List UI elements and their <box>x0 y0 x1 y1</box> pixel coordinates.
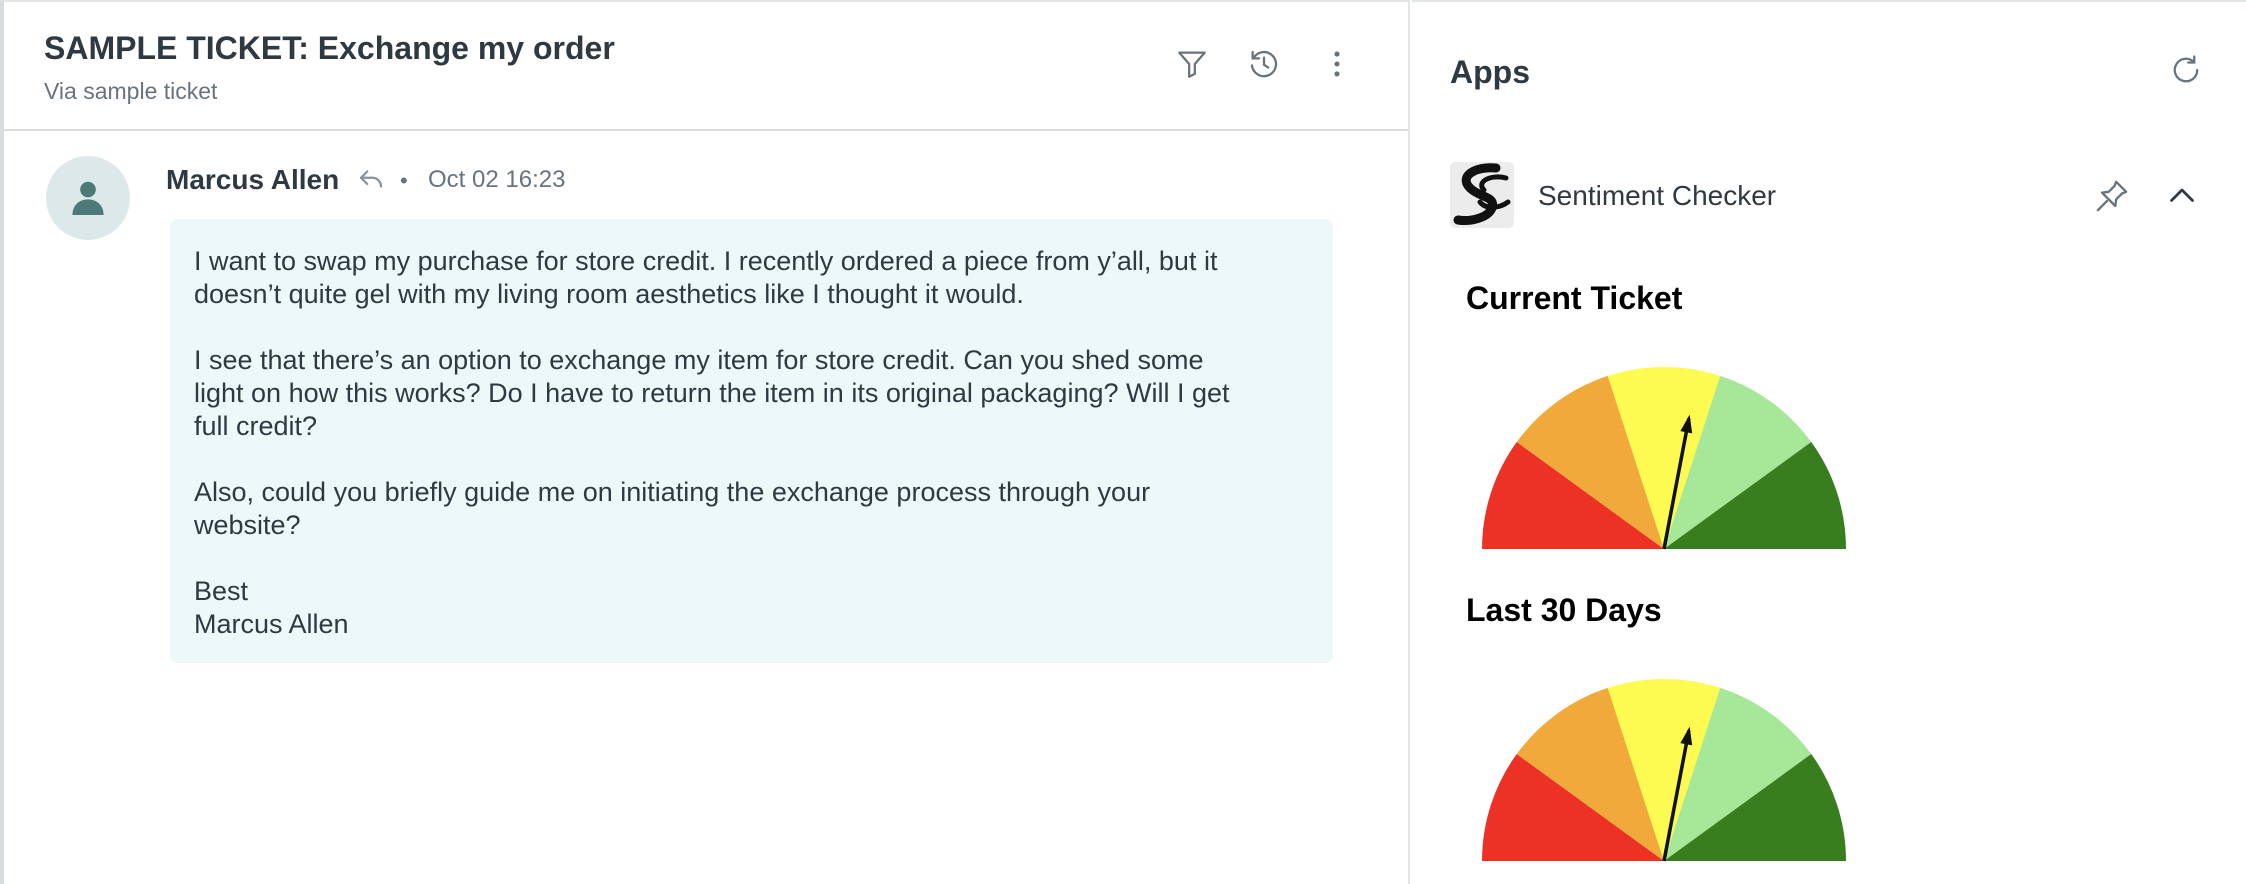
message-line: full credit? <box>194 411 318 441</box>
gauge-title-current: Current Ticket <box>1466 280 1683 316</box>
gauge-title-30-days: Last 30 Days <box>1466 592 1662 628</box>
history-icon[interactable] <box>1244 44 1284 84</box>
refresh-icon[interactable] <box>2168 52 2204 88</box>
apps-title: Apps <box>1450 54 1530 90</box>
filter-icon[interactable] <box>1172 44 1212 84</box>
ticket-channel: Via sample ticket <box>44 78 218 104</box>
sentiment-gauge-current <box>1482 367 1846 550</box>
separator-dot: • <box>400 168 408 193</box>
message-line: Also, could you briefly guide me on init… <box>194 477 1151 507</box>
reply-icon <box>356 164 386 194</box>
ticket-header: SAMPLE TICKET: Exchange my order Via sam… <box>4 2 1408 131</box>
apps-panel: Apps Sentiment Checker Current Ticket La… <box>1412 0 2246 884</box>
avatar[interactable] <box>46 156 130 240</box>
message-signature: Best Marcus Allen <box>194 575 1309 641</box>
message-line: light on how this works? Do I have to re… <box>194 378 1230 408</box>
message-line: I see that there’s an option to exchange… <box>194 345 1204 375</box>
message-line: I want to swap my purchase for store cre… <box>194 246 1218 276</box>
message-line: Best <box>194 576 249 606</box>
message-line: doesn’t quite gel with my living room ae… <box>194 279 1024 309</box>
chevron-up-icon[interactable] <box>2164 178 2200 214</box>
message-line: Marcus Allen <box>194 609 349 639</box>
pin-icon[interactable] <box>2092 176 2132 216</box>
message-author[interactable]: Marcus Allen <box>166 164 339 196</box>
sentiment-gauge-30-days <box>1482 679 1846 862</box>
message-paragraph: Also, could you briefly guide me on init… <box>194 476 1309 542</box>
message-line: website? <box>194 510 301 540</box>
ticket-title: SAMPLE TICKET: Exchange my order <box>44 30 615 66</box>
app-name: Sentiment Checker <box>1538 180 1777 211</box>
message-paragraph: I see that there’s an option to exchange… <box>194 344 1309 443</box>
sentiment-checker-logo <box>1450 162 1514 228</box>
message-bubble: I want to swap my purchase for store cre… <box>170 219 1333 663</box>
ticket-pane: SAMPLE TICKET: Exchange my order Via sam… <box>0 0 1410 884</box>
message-paragraph: I want to swap my purchase for store cre… <box>194 245 1309 311</box>
more-vertical-icon[interactable] <box>1317 44 1357 84</box>
message-timestamp: Oct 02 16:23 <box>428 166 566 193</box>
